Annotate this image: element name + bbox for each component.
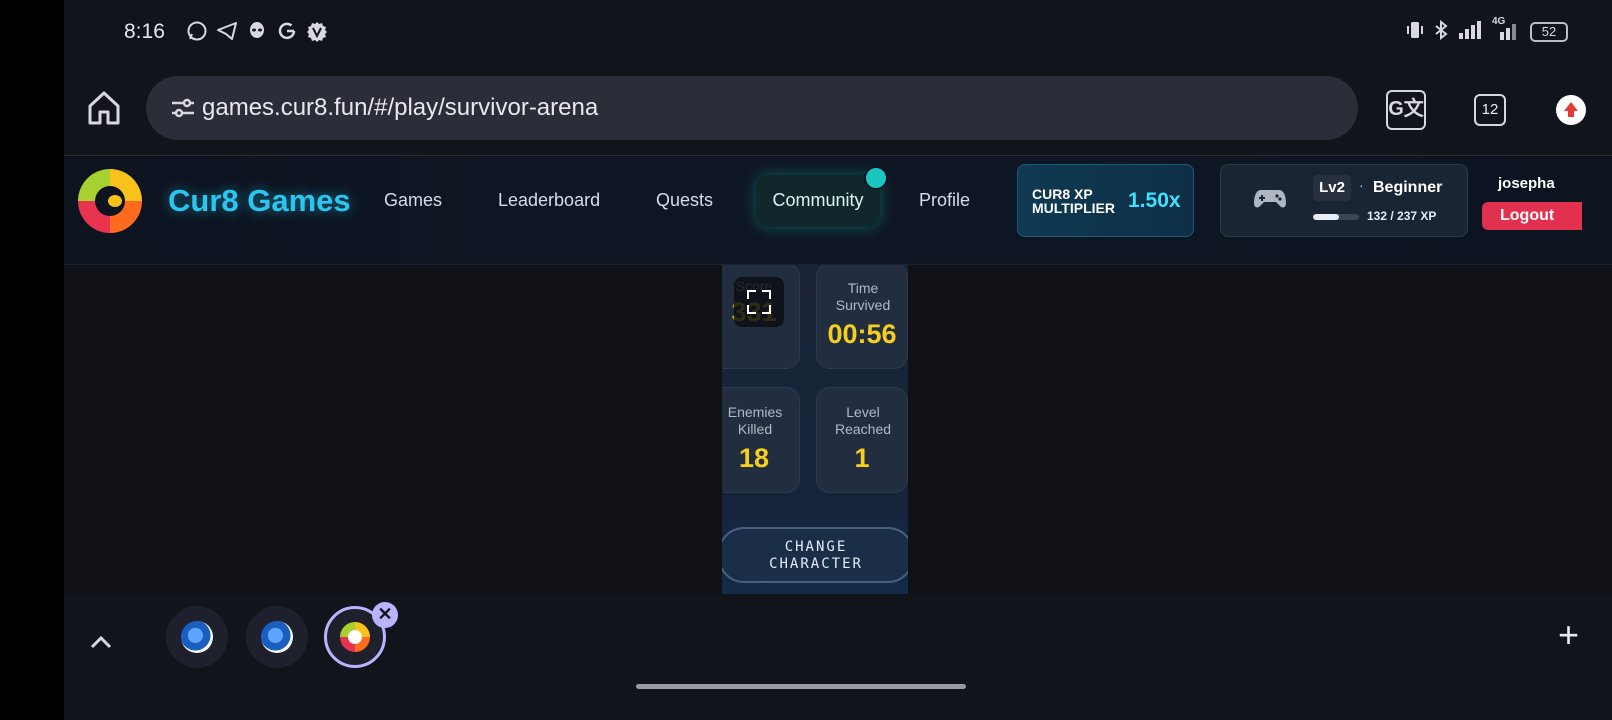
- signal-icon: [1458, 21, 1482, 43]
- signal-4g-icon: 4G: [1492, 16, 1520, 44]
- browser-toolbar: games.cur8.fun/#/play/survivor-arena G文 …: [64, 64, 1612, 156]
- level-separator: ·: [1359, 177, 1364, 193]
- stat-enemies-value: 18: [738, 443, 770, 473]
- cur8-favicon-icon: [340, 622, 370, 652]
- stat-level: Level Reached 1: [816, 387, 908, 493]
- nav-leaderboard[interactable]: Leaderboard: [498, 190, 600, 211]
- stat-time-value: 00:56: [827, 319, 897, 349]
- nav-profile[interactable]: Profile: [919, 190, 970, 211]
- status-time: 8:16: [124, 20, 165, 43]
- left-black-strip: [0, 0, 64, 720]
- vibrate-icon: [1406, 20, 1424, 44]
- gesture-home-indicator[interactable]: [636, 684, 966, 689]
- site-settings-icon[interactable]: [170, 96, 196, 120]
- home-icon: [88, 91, 120, 125]
- fullscreen-button[interactable]: [734, 277, 784, 327]
- tab-favicon-icon: [261, 621, 293, 653]
- level-badge: Lv2: [1313, 175, 1351, 201]
- nav-games[interactable]: Games: [384, 190, 442, 211]
- address-bar[interactable]: games.cur8.fun/#/play/survivor-arena: [146, 76, 1358, 140]
- game-canvas[interactable]: Score 331 Time Survived 00:56 Enemies Ki…: [722, 265, 908, 594]
- status-bar: 8:16 4G 52: [64, 0, 1612, 64]
- stat-time-label: Time Survived: [835, 280, 891, 313]
- translate-button[interactable]: G文: [1386, 90, 1426, 130]
- stat-level-label: Level Reached: [834, 404, 892, 437]
- bluetooth-icon: [1434, 19, 1448, 44]
- xp-progress-fill: [1313, 214, 1339, 220]
- new-tab-plus-icon[interactable]: +: [1558, 614, 1579, 656]
- phone-screen: 8:16 4G 52 games.cur8.fun/#/play/survivo…: [64, 0, 1612, 720]
- nav-quests[interactable]: Quests: [656, 190, 713, 211]
- update-icon[interactable]: [1556, 95, 1586, 125]
- site-header: Cur8 Games Games Leaderboard Quests Comm…: [64, 157, 1612, 265]
- cur8-logo[interactable]: [78, 169, 142, 233]
- notification-icons: [186, 20, 328, 42]
- vivaldi-icon: [306, 20, 328, 42]
- tab-thumbnail-1[interactable]: [166, 606, 228, 668]
- gamepad-icon: [1253, 187, 1287, 218]
- xp-multiplier-card: CUR8 XP MULTIPLIER 1.50x: [1017, 164, 1194, 237]
- network-type: 4G: [1492, 16, 1506, 27]
- tab-switcher-button[interactable]: 12: [1474, 94, 1506, 126]
- stat-enemies: Enemies Killed 18: [722, 387, 800, 493]
- bottom-tab-strip: ✕ +: [64, 594, 1612, 720]
- google-icon: [276, 20, 298, 42]
- xp-multiplier-label: CUR8 XP MULTIPLIER: [1032, 186, 1115, 216]
- xp-progress-bar: [1313, 214, 1359, 220]
- alien-icon: [246, 20, 268, 42]
- xp-text: 132 / 237 XP: [1367, 209, 1437, 223]
- translate-icon: G文: [1388, 98, 1424, 120]
- whatsapp-icon: [186, 20, 208, 42]
- chevron-up-icon[interactable]: [90, 624, 112, 656]
- url-text[interactable]: games.cur8.fun/#/play/survivor-arena: [202, 94, 598, 122]
- notification-dot: [864, 166, 888, 190]
- brand-title[interactable]: Cur8 Games: [168, 183, 351, 219]
- level-rank: Beginner: [1373, 179, 1443, 196]
- stat-level-value: 1: [854, 443, 870, 473]
- username[interactable]: josepha: [1498, 175, 1555, 192]
- battery-indicator: 52: [1530, 22, 1568, 42]
- status-right-icons: 4G 52: [1406, 16, 1568, 44]
- level-card[interactable]: Lv2 · Beginner 132 / 237 XP: [1220, 164, 1468, 237]
- tab-thumbnail-2[interactable]: [246, 606, 308, 668]
- stat-enemies-label: Enemies Killed: [727, 404, 783, 437]
- change-character-button[interactable]: CHANGE CHARACTER: [722, 527, 908, 583]
- home-button[interactable]: [86, 88, 122, 128]
- tab-favicon-icon: [181, 621, 213, 653]
- telegram-icon: [216, 20, 238, 42]
- nav-community[interactable]: Community: [756, 175, 880, 227]
- stat-time: Time Survived 00:56: [816, 265, 908, 369]
- change-character-label: CHANGE CHARACTER: [769, 539, 863, 572]
- close-tab-icon[interactable]: ✕: [372, 602, 398, 628]
- logout-button[interactable]: Logout: [1482, 202, 1582, 230]
- xp-multiplier-value: 1.50x: [1128, 189, 1181, 212]
